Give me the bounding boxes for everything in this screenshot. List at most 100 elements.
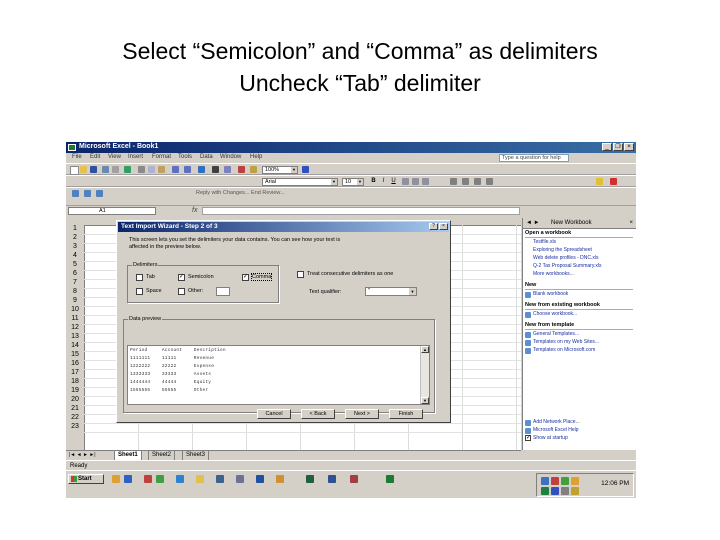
general-templates-link[interactable]: General Templates... [533,331,579,337]
align-right-icon[interactable] [422,178,429,185]
fx-icon[interactable]: fx [192,207,197,214]
tray-icon[interactable] [551,487,559,495]
quicklaunch-icon[interactable] [144,475,152,483]
quicklaunch-icon[interactable] [112,475,120,483]
web-templates-link[interactable]: Templates on my Web Sites... [533,339,599,345]
italic-icon[interactable]: I [380,178,387,185]
quicklaunch-icon[interactable] [216,475,224,483]
sheet-nav-arrows[interactable]: |◄ ◄ ► ►| [69,452,96,458]
next-button[interactable]: Next > [345,409,379,419]
quicklaunch-icon[interactable] [124,475,132,483]
help-icon[interactable] [302,166,309,173]
other-delimiter-input[interactable] [216,287,230,296]
quicklaunch-icon[interactable] [196,475,204,483]
choose-workbook-link[interactable]: Choose workbook... [533,311,577,317]
semicolon-checkbox[interactable]: ✓ [178,274,185,281]
chart-wizard-icon[interactable] [238,166,245,173]
taskbar-app-icon[interactable] [350,475,358,483]
quicklaunch-icon[interactable] [176,475,184,483]
menu-format[interactable]: Format [152,154,171,160]
percent-icon[interactable] [462,178,469,185]
menu-insert[interactable]: Insert [128,154,143,160]
data-preview-pane[interactable]: Period Account Description 1111111 11111… [127,345,430,405]
close-icon[interactable]: × [439,223,448,230]
microsoft-templates-link[interactable]: Templates on Microsoft.com [533,347,595,353]
menu-data[interactable]: Data [200,154,213,160]
name-box[interactable]: A1 [68,207,156,215]
menu-view[interactable]: View [108,154,121,160]
start-button[interactable]: Start [68,474,104,484]
underline-icon[interactable]: U [390,178,397,185]
review-links[interactable]: Reply with Changes... End Review... [196,190,285,196]
print-icon[interactable] [102,166,109,173]
zoom-select[interactable]: 100% ▼ [262,166,298,174]
formula-input[interactable] [202,207,520,215]
paste-icon[interactable] [158,166,165,173]
redo-icon[interactable] [184,166,191,173]
menu-file[interactable]: File [72,154,82,160]
tray-icon[interactable] [551,477,559,485]
tray-icon[interactable] [571,477,579,485]
menu-tools[interactable]: Tools [178,154,192,160]
scroll-up-icon[interactable]: ▲ [421,346,429,353]
menu-window[interactable]: Window [220,154,241,160]
preview-scrollbar[interactable]: ▲ ▼ [420,346,429,404]
font-select[interactable]: Arial ▼ [262,178,338,186]
font-size-select[interactable]: 10 ▼ [342,178,364,186]
recent-file-link[interactable]: Q-2 Tax Proposal Summary.xls [533,263,601,269]
minimize-icon[interactable]: _ [602,143,612,151]
add-network-place-link[interactable]: Add Network Place... [533,419,580,425]
align-center-icon[interactable] [412,178,419,185]
tray-icon[interactable] [561,477,569,485]
bold-icon[interactable]: B [370,178,377,185]
reviewing-icon[interactable] [72,190,79,197]
quicklaunch-icon[interactable] [256,475,264,483]
close-icon[interactable]: × [624,143,634,151]
cut-icon[interactable] [138,166,145,173]
spelling-icon[interactable] [124,166,131,173]
quicklaunch-icon[interactable] [276,475,284,483]
increase-decimal-icon[interactable] [486,178,493,185]
show-at-startup-checkbox[interactable]: ✓ [525,435,531,441]
help-icon[interactable]: ? [429,223,438,230]
hyperlink-icon[interactable] [198,166,205,173]
tray-icon[interactable] [561,487,569,495]
back-button[interactable]: < Back [301,409,335,419]
tab-checkbox[interactable] [136,274,143,281]
comma-style-icon[interactable] [474,178,481,185]
autosum-icon[interactable] [212,166,219,173]
recent-file-link[interactable]: Exploring the Spreadsheet [533,247,592,253]
preview-icon[interactable] [112,166,119,173]
recent-file-link[interactable]: Testfile.xls [533,239,556,245]
quicklaunch-icon[interactable] [236,475,244,483]
fill-color-icon[interactable] [596,178,603,185]
open-icon[interactable] [80,166,87,173]
finish-button[interactable]: Finish [389,409,423,419]
other-checkbox[interactable] [178,288,185,295]
text-qualifier-select[interactable]: " ▼ [365,287,417,296]
tray-icon[interactable] [571,487,579,495]
space-checkbox[interactable] [136,288,143,295]
new-icon[interactable] [70,166,79,175]
sort-icon[interactable] [224,166,231,173]
excel-help-link[interactable]: Microsoft Excel Help [533,427,579,433]
menu-edit[interactable]: Edit [90,154,100,160]
excel-taskbar-icon[interactable] [386,475,394,483]
task-pane-nav[interactable]: ◄ ► [526,218,540,228]
restore-icon[interactable]: ❐ [613,143,623,151]
menu-help[interactable]: Help [250,154,262,160]
blank-workbook-link[interactable]: Blank workbook [533,291,568,297]
reviewing-icon-3[interactable] [96,190,103,197]
quicklaunch-icon[interactable] [156,475,164,483]
save-icon[interactable] [90,166,97,173]
align-left-icon[interactable] [402,178,409,185]
tray-icon[interactable] [541,477,549,485]
undo-icon[interactable] [172,166,179,173]
recent-file-link[interactable]: Web delete profiles - DNC.xls [533,255,599,261]
cancel-button[interactable]: Cancel [257,409,291,419]
more-workbooks-link[interactable]: More workbooks... [533,271,574,277]
consecutive-checkbox[interactable] [297,271,304,278]
close-icon[interactable]: × [629,218,633,228]
reviewing-icon-2[interactable] [84,190,91,197]
taskbar-app-icon[interactable] [306,475,314,483]
